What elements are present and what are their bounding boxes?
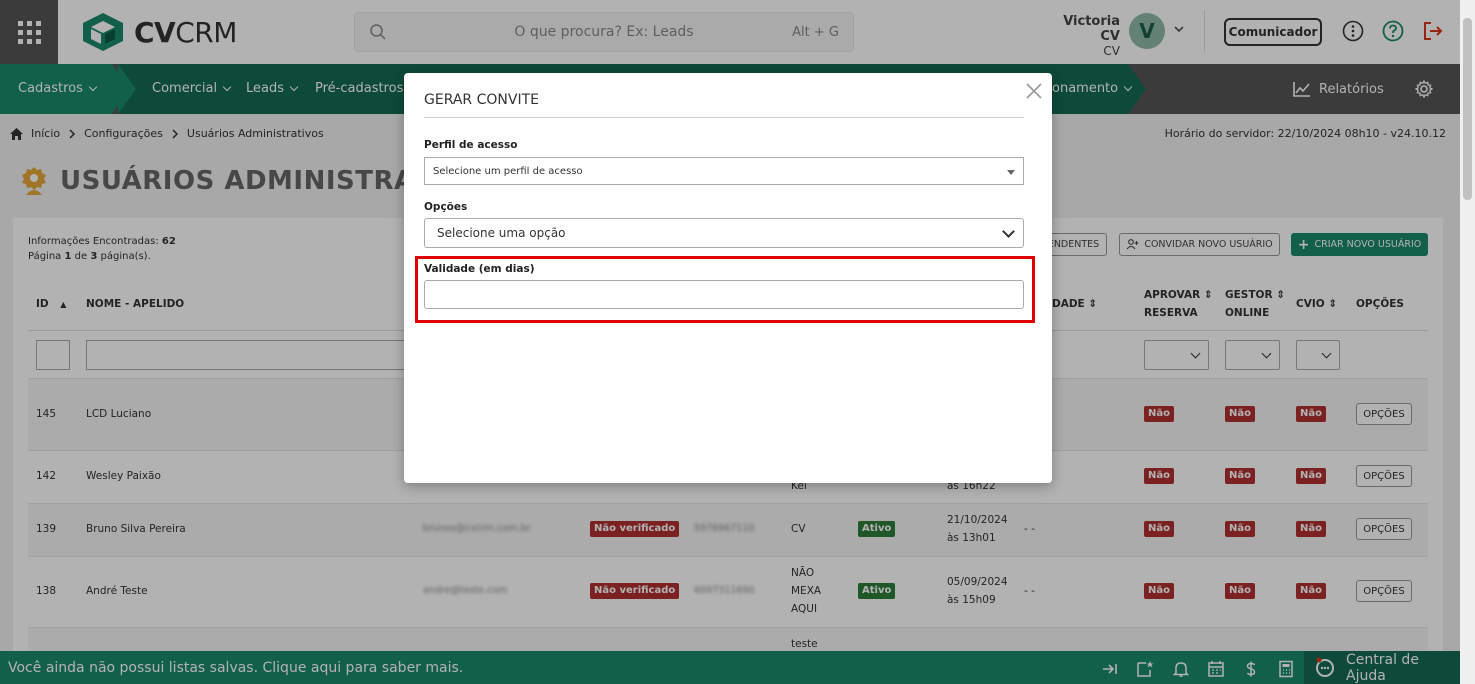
close-icon[interactable] <box>1026 83 1042 99</box>
page-scrollbar[interactable] <box>1460 0 1475 684</box>
perfil-acesso-select[interactable]: Selecione um perfil de acesso <box>424 157 1024 185</box>
validade-label: Validade (em dias) <box>424 263 535 275</box>
opcoes-select[interactable]: Selecione uma opção <box>424 218 1024 248</box>
scrollbar-thumb[interactable] <box>1463 18 1472 200</box>
perfil-acesso-label: Perfil de acesso <box>424 139 518 151</box>
gerar-convite-modal: GERAR CONVITE Perfil de acesso Selecione… <box>404 73 1052 483</box>
modal-title: GERAR CONVITE <box>424 92 539 108</box>
modal-divider <box>424 117 1024 118</box>
validade-input[interactable] <box>424 280 1024 309</box>
opcoes-label: Opções <box>424 201 468 213</box>
